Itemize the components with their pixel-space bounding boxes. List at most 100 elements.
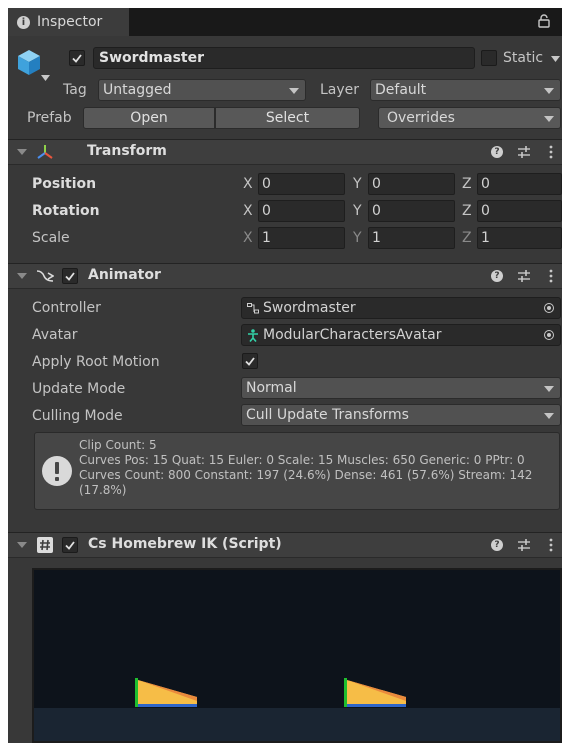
animator-icon <box>36 270 54 282</box>
script-enabled-checkbox[interactable] <box>62 537 78 553</box>
avatar-icon <box>248 329 258 342</box>
inspector-window: i Inspector Swordmaster Static Tag Untag… <box>8 8 562 743</box>
tag-dropdown[interactable]: Untagged <box>98 79 306 101</box>
info-icon: i <box>17 15 30 29</box>
position-z-field[interactable]: 0 <box>477 173 562 195</box>
avatar-field[interactable]: ModularCharactersAvatar <box>241 324 561 346</box>
tab-bar: i Inspector <box>8 8 562 36</box>
chevron-down-icon <box>544 386 554 392</box>
ik-shape-left <box>135 678 197 707</box>
axis-x-label[interactable]: X <box>243 203 253 219</box>
animator-header[interactable]: Animator ? <box>8 263 562 289</box>
tag-value: Untagged <box>103 82 172 98</box>
axis-z-label[interactable]: Z <box>462 203 472 219</box>
tag-label: Tag <box>63 82 87 98</box>
position-label: Position <box>32 176 97 192</box>
rotation-label: Rotation <box>32 203 100 219</box>
apply-root-motion-label: Apply Root Motion <box>32 354 160 370</box>
prefab-open-button[interactable]: Open <box>83 107 215 129</box>
axis-y-label[interactable]: Y <box>353 230 362 246</box>
scale-z-field[interactable]: 1 <box>477 227 562 249</box>
axis-z-label[interactable]: Z <box>462 230 472 246</box>
presets-icon[interactable] <box>517 269 531 283</box>
chevron-down-icon <box>289 88 299 94</box>
tab-inspector[interactable]: i Inspector <box>8 8 129 36</box>
axis-y-label[interactable]: Y <box>353 176 362 192</box>
more-options-icon[interactable] <box>549 144 553 160</box>
layer-value: Default <box>375 82 427 98</box>
update-mode-label: Update Mode <box>32 381 126 397</box>
foldout-arrow-icon[interactable] <box>17 542 27 548</box>
animator-enabled-checkbox[interactable] <box>62 268 78 284</box>
preview-ground <box>34 708 560 741</box>
foldout-arrow-icon[interactable] <box>17 273 27 279</box>
static-label: Static <box>503 50 544 66</box>
object-picker-icon[interactable] <box>544 330 554 340</box>
help-icon[interactable]: ? <box>491 146 503 158</box>
more-options-icon[interactable] <box>549 537 553 553</box>
rotation-x-field[interactable]: 0 <box>258 200 345 222</box>
culling-mode-dropdown[interactable]: Cull Update Transforms <box>241 404 561 426</box>
help-icon[interactable]: ? <box>491 270 503 282</box>
script-icon <box>37 537 53 553</box>
icon-dropdown-arrow[interactable] <box>41 75 50 81</box>
scale-x-field[interactable]: 1 <box>258 227 345 249</box>
transform-header[interactable]: Transform ? <box>8 139 562 165</box>
more-options-icon[interactable] <box>549 268 553 284</box>
checkmark-icon <box>65 272 75 281</box>
animator-title: Animator <box>88 267 161 283</box>
warning-icon <box>42 456 72 486</box>
transform-icon <box>37 145 53 159</box>
scale-y-field[interactable]: 1 <box>368 227 455 249</box>
info-line: Clip Count: 5 <box>79 438 157 452</box>
info-line: Curves Count: 800 Constant: 197 (24.6%) … <box>79 468 533 482</box>
controller-label: Controller <box>32 300 101 316</box>
transform-title: Transform <box>87 143 167 159</box>
checkmark-icon <box>72 54 82 63</box>
presets-icon[interactable] <box>517 538 531 552</box>
static-checkbox[interactable] <box>481 50 497 66</box>
position-y-field[interactable]: 0 <box>368 173 455 195</box>
lock-icon[interactable] <box>538 14 550 28</box>
prefab-overrides-dropdown[interactable]: Overrides <box>378 107 561 129</box>
axis-y-label[interactable]: Y <box>353 203 362 219</box>
avatar-value: ModularCharactersAvatar <box>263 327 442 343</box>
preview-canvas <box>34 678 560 741</box>
rotation-y-field[interactable]: 0 <box>368 200 455 222</box>
info-line: Curves Pos: 15 Quat: 15 Euler: 0 Scale: … <box>79 453 525 467</box>
cube-icon <box>18 50 40 75</box>
ik-preview-viewport[interactable] <box>32 568 562 743</box>
name-field[interactable]: Swordmaster <box>93 47 475 69</box>
axis-x-label[interactable]: X <box>243 230 253 246</box>
rotation-z-field[interactable]: 0 <box>477 200 562 222</box>
active-checkbox[interactable] <box>69 50 85 66</box>
update-mode-dropdown[interactable]: Normal <box>241 377 561 399</box>
foldout-arrow-icon[interactable] <box>17 149 27 155</box>
layer-dropdown[interactable]: Default <box>370 79 561 101</box>
prefab-select-button[interactable]: Select <box>215 107 360 129</box>
object-picker-icon[interactable] <box>544 303 554 313</box>
animator-controller-icon <box>247 303 259 314</box>
presets-icon[interactable] <box>517 145 531 159</box>
culling-mode-label: Culling Mode <box>32 408 123 424</box>
static-dropdown-arrow-icon[interactable] <box>551 56 560 62</box>
script-header[interactable]: Cs Homebrew IK (Script) ? <box>8 532 562 558</box>
checkmark-icon <box>245 357 255 366</box>
overrides-label: Overrides <box>387 110 455 126</box>
checkmark-icon <box>65 541 75 550</box>
prefab-label: Prefab <box>27 110 72 126</box>
axis-z-label[interactable]: Z <box>462 176 472 192</box>
ik-shape-right <box>344 678 406 707</box>
position-x-field[interactable]: 0 <box>258 173 345 195</box>
help-icon[interactable]: ? <box>491 539 503 551</box>
chevron-down-icon <box>544 116 554 122</box>
axis-x-label[interactable]: X <box>243 176 253 192</box>
scale-label: Scale <box>32 230 70 246</box>
apply-root-motion-checkbox[interactable] <box>242 353 258 369</box>
chevron-down-icon <box>544 88 554 94</box>
controller-field[interactable]: Swordmaster <box>241 297 561 319</box>
chevron-down-icon <box>544 413 554 419</box>
controller-value: Swordmaster <box>263 300 356 316</box>
avatar-label: Avatar <box>32 327 78 343</box>
animator-info-box: Clip Count: 5 Curves Pos: 15 Quat: 15 Eu… <box>34 432 560 510</box>
